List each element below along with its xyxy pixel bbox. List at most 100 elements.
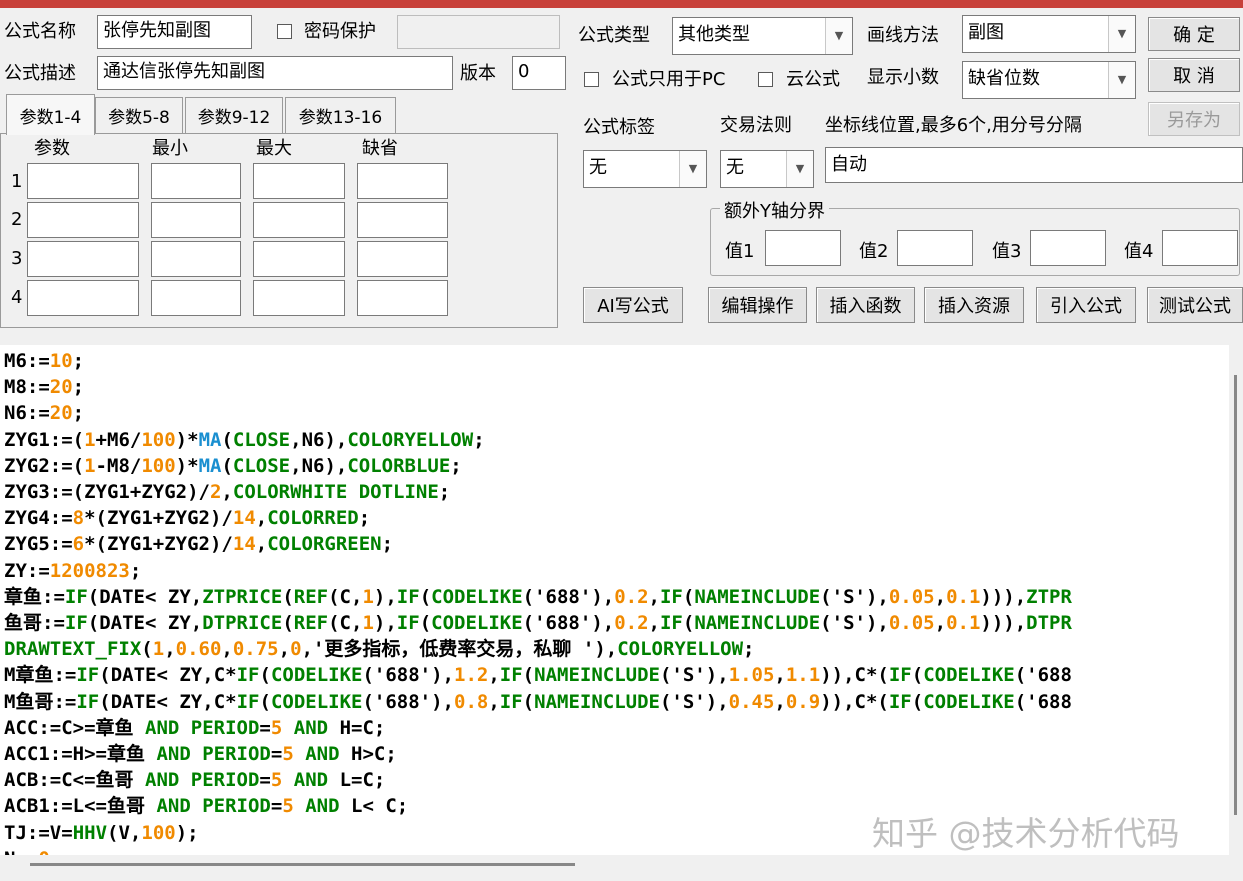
param-row-number: 3	[11, 248, 23, 269]
value4-input[interactable]	[1162, 230, 1238, 266]
param-4-name-input[interactable]	[27, 280, 139, 316]
code-line[interactable]: ACB:=C<=鱼哥 AND PERIOD=5 AND L=C;	[4, 769, 385, 791]
code-line[interactable]: M6:=10;	[4, 350, 84, 372]
value3-label: 值3	[992, 241, 1022, 262]
code-line[interactable]: M8:=20;	[4, 376, 84, 398]
code-line[interactable]: ZYG1:=(1+M6/100)*MA(CLOSE,N6),COLORYELLO…	[4, 429, 485, 451]
code-line[interactable]: M章鱼:=IF(DATE< ZY,C*IF(CODELIKE('688'),1.…	[4, 664, 1072, 686]
param-header-name: 参数	[34, 138, 70, 159]
param-3-max-input[interactable]	[253, 241, 345, 277]
tab-params-5-8[interactable]: 参数5-8	[95, 97, 183, 133]
param-4-min-input[interactable]	[151, 280, 241, 316]
code-line[interactable]: ZYG5:=6*(ZYG1+ZYG2)/14,COLORGREEN;	[4, 533, 393, 555]
formula-name-input[interactable]: 张停先知副图	[97, 15, 252, 49]
decimal-select[interactable]: 缺省位数 ▼	[962, 61, 1136, 99]
formula-type-select[interactable]: 其他类型 ▼	[672, 17, 853, 55]
code-line[interactable]: ZY:=1200823;	[4, 560, 141, 582]
formula-type-value: 其他类型	[678, 24, 750, 45]
code-line[interactable]: ZYG3:=(ZYG1+ZYG2)/2,COLORWHITE DOTLINE;	[4, 481, 450, 503]
code-line[interactable]: DRAWTEXT_FIX(1,0.60,0.75,0,'更多指标，低费率交易，私…	[4, 638, 755, 660]
code-line[interactable]: TJ:=V=HHV(V,100);	[4, 822, 199, 844]
password-protect-checkbox[interactable]	[277, 24, 292, 39]
dropdown-arrow-icon[interactable]: ▼	[1108, 62, 1135, 98]
param-4-max-input[interactable]	[253, 280, 345, 316]
code-line[interactable]: M鱼哥:=IF(DATE< ZY,C*IF(CODELIKE('688'),0.…	[4, 691, 1072, 713]
code-line[interactable]: N:=0;	[4, 848, 61, 855]
dropdown-arrow-icon[interactable]: ▼	[1108, 16, 1135, 52]
value1-input[interactable]	[765, 230, 841, 266]
formula-tag-select[interactable]: 无 ▼	[583, 150, 707, 188]
draw-method-label: 画线方法	[867, 25, 939, 46]
test-formula-button[interactable]: 测试公式	[1147, 287, 1243, 323]
draw-method-select[interactable]: 副图 ▼	[962, 15, 1136, 53]
value2-input[interactable]	[897, 230, 973, 266]
value4-label: 值4	[1124, 241, 1154, 262]
param-row-number: 1	[11, 171, 23, 192]
decimal-label: 显示小数	[867, 67, 939, 88]
vertical-scrollbar[interactable]	[1229, 345, 1243, 855]
cancel-button[interactable]: 取 消	[1148, 58, 1240, 92]
trade-rule-select[interactable]: 无 ▼	[720, 150, 814, 188]
param-row-number: 2	[11, 209, 23, 230]
code-line[interactable]: ACB1:=L<=鱼哥 AND PERIOD=5 AND L< C;	[4, 795, 408, 817]
trade-rule-label: 交易法则	[720, 115, 792, 136]
scroll-thumb[interactable]	[1234, 375, 1237, 815]
edit-operation-button[interactable]: 编辑操作	[708, 287, 807, 323]
formula-desc-label: 公式描述	[4, 63, 76, 84]
import-formula-button[interactable]: 引入公式	[1036, 287, 1136, 323]
param-header-default: 缺省	[362, 138, 398, 159]
value2-label: 值2	[859, 241, 889, 262]
ai-write-formula-button[interactable]: AI写公式	[583, 287, 683, 323]
param-header-min: 最小	[152, 138, 188, 159]
code-line[interactable]: 鱼哥:=IF(DATE< ZY,DTPRICE(REF(C,1),IF(CODE…	[4, 612, 1072, 634]
save-as-button: 另存为	[1148, 102, 1240, 136]
dropdown-arrow-icon[interactable]: ▼	[786, 151, 813, 187]
version-input[interactable]: 0	[512, 56, 566, 90]
code-editor[interactable]: M6:=10; M8:=20; N6:=20; ZYG1:=(1+M6/100)…	[0, 345, 1229, 855]
value3-input[interactable]	[1030, 230, 1106, 266]
dropdown-arrow-icon[interactable]: ▼	[679, 151, 706, 187]
pc-only-checkbox[interactable]	[584, 72, 599, 87]
extra-y-axis-title: 额外Y轴分界	[720, 197, 829, 223]
cloud-formula-checkbox[interactable]	[758, 72, 773, 87]
tab-params-13-16[interactable]: 参数13-16	[285, 97, 396, 133]
insert-function-button[interactable]: 插入函数	[816, 287, 915, 323]
tab-params-9-12[interactable]: 参数9-12	[185, 97, 283, 133]
watermark-text: 知乎 @技术分析代码	[872, 814, 1180, 853]
formula-tag-label: 公式标签	[583, 117, 655, 138]
value1-label: 值1	[725, 241, 755, 262]
code-line[interactable]: ZYG2:=(1-M8/100)*MA(CLOSE,N6),COLORBLUE;	[4, 455, 462, 477]
code-text[interactable]: M6:=10; M8:=20; N6:=20; ZYG1:=(1+M6/100)…	[4, 348, 1072, 855]
param-3-min-input[interactable]	[151, 241, 241, 277]
param-2-default-input[interactable]	[357, 202, 448, 238]
param-header-max: 最大	[256, 138, 292, 159]
param-4-default-input[interactable]	[357, 280, 448, 316]
param-2-min-input[interactable]	[151, 202, 241, 238]
param-3-name-input[interactable]	[27, 241, 139, 277]
code-line[interactable]: N6:=20;	[4, 402, 84, 424]
code-line[interactable]: ACC:=C>=章鱼 AND PERIOD=5 AND H=C;	[4, 717, 385, 739]
param-1-name-input[interactable]	[27, 163, 139, 199]
scroll-thumb[interactable]	[30, 863, 575, 866]
param-1-min-input[interactable]	[151, 163, 241, 199]
version-label: 版本	[460, 63, 496, 84]
axis-lines-input[interactable]: 自动	[825, 147, 1243, 183]
param-1-default-input[interactable]	[357, 163, 448, 199]
ok-button[interactable]: 确 定	[1148, 17, 1240, 51]
dropdown-arrow-icon[interactable]: ▼	[825, 18, 852, 54]
password-input	[397, 15, 560, 49]
param-2-name-input[interactable]	[27, 202, 139, 238]
insert-resource-button[interactable]: 插入资源	[924, 287, 1024, 323]
code-line[interactable]: ZYG4:=8*(ZYG1+ZYG2)/14,COLORRED;	[4, 507, 370, 529]
param-1-max-input[interactable]	[253, 163, 345, 199]
param-2-max-input[interactable]	[253, 202, 345, 238]
decimal-value: 缺省位数	[968, 68, 1040, 89]
draw-method-value: 副图	[968, 22, 1004, 43]
code-line[interactable]: ACC1:=H>=章鱼 AND PERIOD=5 AND H>C;	[4, 743, 397, 765]
formula-tag-value: 无	[589, 157, 607, 178]
tab-params-1-4[interactable]: 参数1-4	[6, 94, 95, 135]
code-line[interactable]: 章鱼:=IF(DATE< ZY,ZTPRICE(REF(C,1),IF(CODE…	[4, 586, 1072, 608]
param-3-default-input[interactable]	[357, 241, 448, 277]
horizontal-scrollbar[interactable]	[0, 856, 1243, 881]
formula-desc-input[interactable]: 通达信张停先知副图	[97, 56, 453, 90]
